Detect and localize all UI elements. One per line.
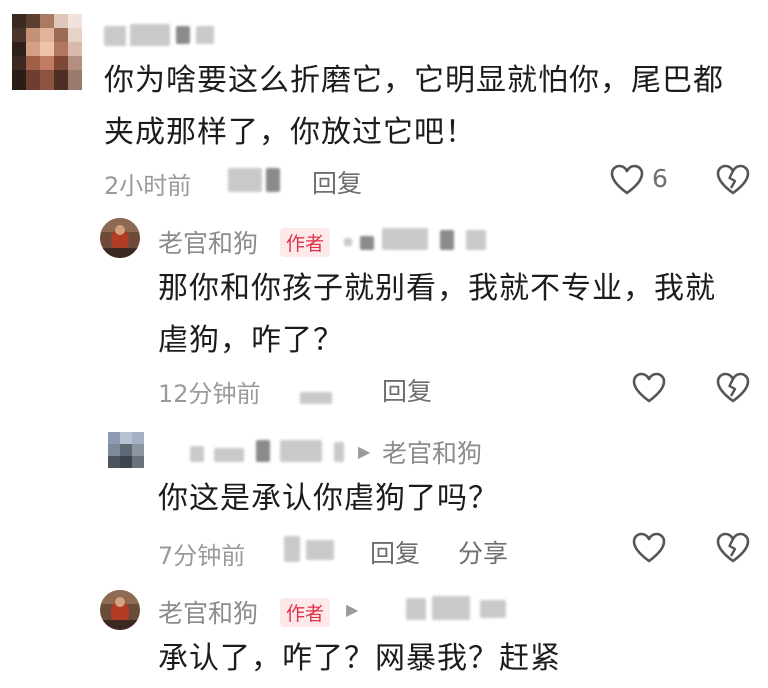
reply-button[interactable]: 回复 (382, 372, 432, 408)
username-redacted[interactable] (130, 24, 170, 46)
username-redacted[interactable] (196, 26, 214, 44)
reply-target-redacted (440, 230, 454, 250)
reply-target-redacted (360, 236, 374, 250)
location-redacted (306, 540, 334, 560)
reply-target-redacted (382, 228, 428, 250)
timestamp: 2小时前 (104, 172, 192, 200)
heart-outline-icon[interactable] (632, 372, 666, 404)
triangle-right-icon: ▶ (358, 442, 371, 461)
triangle-right-icon: ▶ (346, 600, 359, 619)
username-redacted[interactable] (256, 440, 270, 462)
username-redacted[interactable] (334, 442, 344, 462)
author-badge: 作者 (280, 598, 331, 627)
heart-outline-icon[interactable] (632, 532, 666, 564)
broken-heart-icon[interactable] (716, 164, 750, 196)
reply-button[interactable]: 回复 (312, 164, 362, 200)
username-redacted[interactable] (280, 440, 322, 462)
username-redacted[interactable] (214, 448, 244, 462)
heart-outline-icon (610, 164, 644, 196)
location-redacted (266, 168, 280, 192)
reply-target-redacted (466, 230, 486, 250)
comment-text-line: 你这是承认你虐狗了吗？ (158, 481, 499, 516)
share-button[interactable]: 分享 (458, 534, 508, 570)
location-redacted (228, 168, 262, 192)
username-redacted[interactable] (190, 446, 204, 462)
reply-target-redacted (344, 238, 352, 246)
comment-text-line: 虐狗，咋了？ (158, 323, 344, 358)
comment-text-line: 那你和你孩子就别看，我就不专业，我就 (158, 271, 716, 306)
author-badge: 作者 (280, 228, 331, 257)
timestamp: 12分钟前 (158, 380, 261, 408)
reply-target-redacted (432, 596, 470, 620)
reply-to-name[interactable]: 老官和狗 (382, 434, 482, 470)
avatar[interactable] (108, 432, 144, 468)
reply-target-redacted (406, 598, 426, 620)
username-redacted[interactable] (176, 26, 190, 44)
author-name[interactable]: 老官和狗 (158, 594, 258, 630)
comment-text-line: 夹成那样了，你放过它吧！ (104, 115, 476, 150)
broken-heart-icon[interactable] (716, 372, 750, 404)
broken-heart-icon[interactable] (716, 532, 750, 564)
reply-target-redacted (480, 600, 506, 618)
like-count: 6 (652, 164, 668, 193)
avatar[interactable] (100, 218, 140, 258)
location-redacted (300, 392, 332, 404)
reply-button[interactable]: 回复 (370, 534, 420, 570)
avatar[interactable] (12, 14, 82, 90)
location-redacted (284, 536, 300, 562)
comment-text-line: 你为啥要这么折磨它，它明显就怕你，尾巴都 (104, 63, 724, 98)
timestamp: 7分钟前 (158, 542, 246, 570)
comment-text-line: 承认了，咋了？网暴我？赶紧 (158, 641, 561, 676)
author-name[interactable]: 老官和狗 (158, 224, 258, 260)
avatar[interactable] (100, 590, 140, 630)
username-redacted[interactable] (104, 26, 126, 46)
like-button[interactable]: 6 (610, 162, 690, 198)
